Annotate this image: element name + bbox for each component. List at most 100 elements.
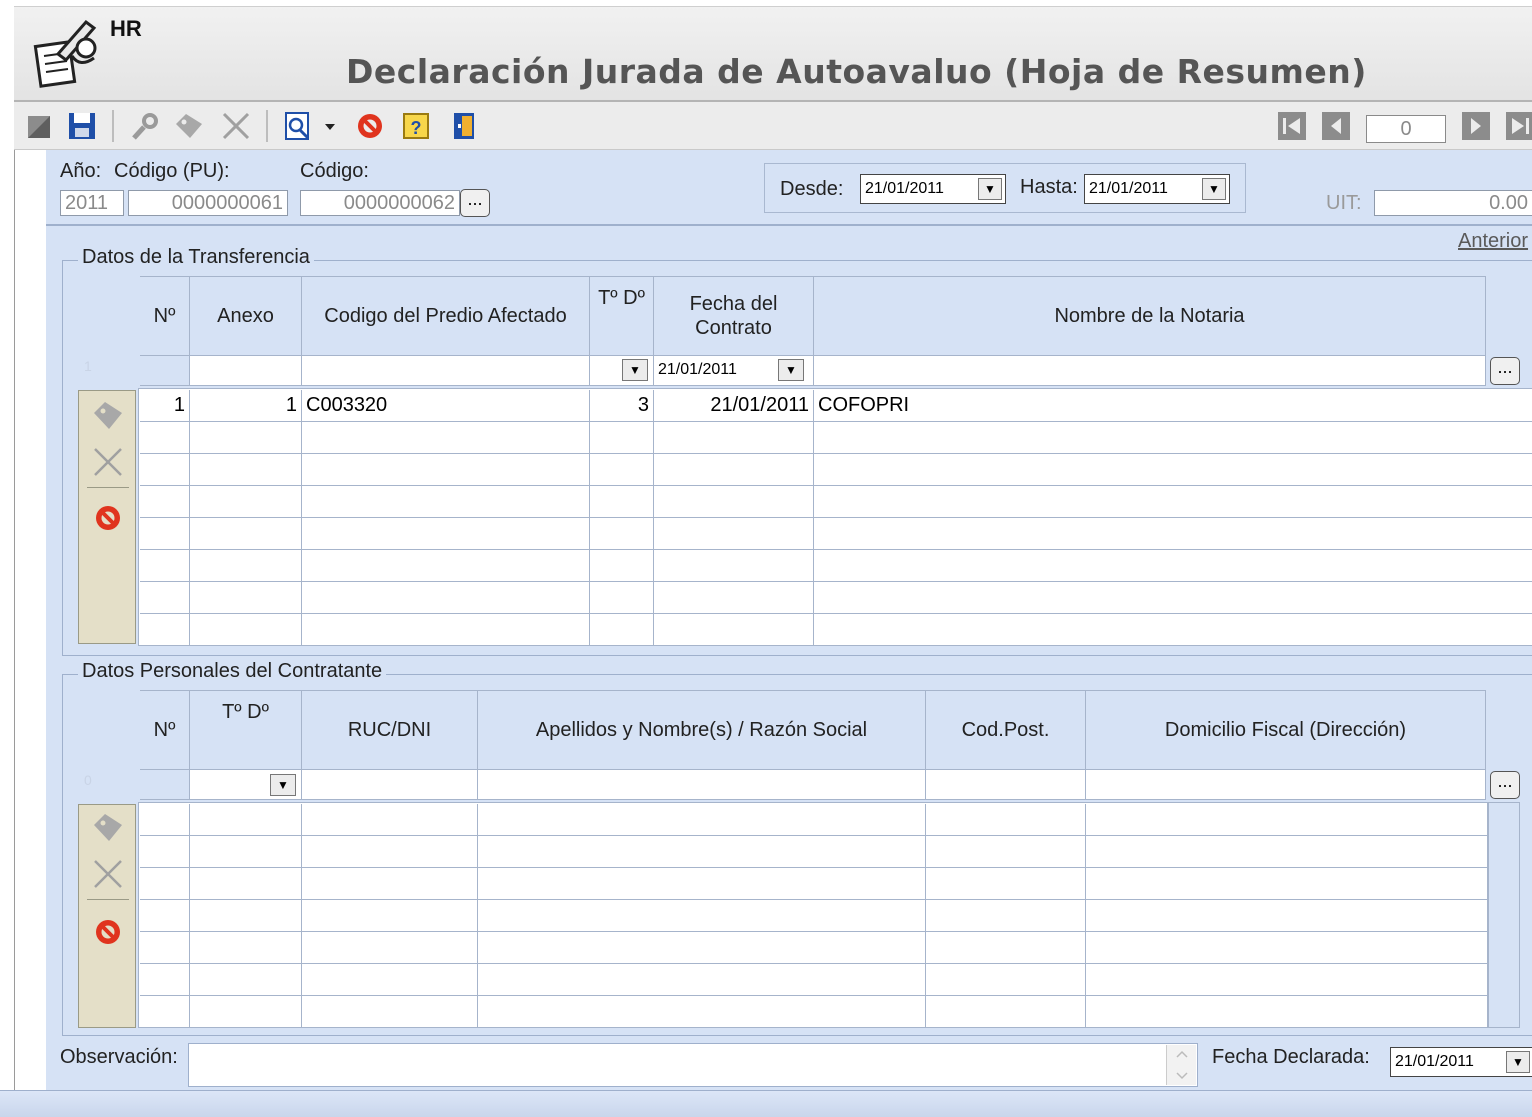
grid-cell[interactable] <box>926 836 1086 868</box>
grid-cell[interactable] <box>478 868 926 900</box>
grid-cell[interactable] <box>478 836 926 868</box>
grid-cell[interactable] <box>590 550 654 582</box>
grid-cell[interactable] <box>302 900 478 932</box>
last-record-icon[interactable] <box>1504 110 1532 142</box>
grid-cell[interactable] <box>590 518 654 550</box>
new-icon[interactable] <box>22 110 54 142</box>
codigo-field[interactable]: 0000000062 <box>300 190 460 216</box>
cancel-row-icon[interactable] <box>91 915 125 949</box>
grid-cell[interactable] <box>302 996 478 1028</box>
previous-record-icon[interactable] <box>1320 110 1352 142</box>
grid-cell[interactable] <box>190 964 302 996</box>
delete-icon[interactable] <box>220 110 252 142</box>
hasta-date-field[interactable]: 21/01/2011 ▼ <box>1084 174 1230 204</box>
grid-cell[interactable] <box>478 932 926 964</box>
grid-cell[interactable] <box>140 454 190 486</box>
grid-cell[interactable] <box>654 486 814 518</box>
grid-cell[interactable] <box>140 614 190 646</box>
anterior-link[interactable]: Anterior <box>1458 230 1528 253</box>
grid-cell[interactable] <box>140 900 190 932</box>
grid-cell[interactable] <box>478 804 926 836</box>
grid-cell[interactable] <box>926 932 1086 964</box>
grid-cell[interactable] <box>1086 868 1488 900</box>
grid-cell[interactable] <box>190 582 302 614</box>
notaria-lookup-button[interactable]: ... <box>1490 357 1520 385</box>
search-icon[interactable] <box>130 110 162 142</box>
cell-tipo-doc[interactable]: 3 <box>590 390 654 422</box>
grid-cell[interactable] <box>140 836 190 868</box>
grid-cell[interactable] <box>190 900 302 932</box>
grid-cell[interactable] <box>814 422 1532 454</box>
grid-cell[interactable] <box>654 454 814 486</box>
grid-cell[interactable] <box>190 614 302 646</box>
grid-cell[interactable] <box>590 422 654 454</box>
help-icon[interactable]: ? <box>400 110 432 142</box>
grid-cell[interactable] <box>654 614 814 646</box>
grid-cell[interactable] <box>302 582 590 614</box>
grid-cell[interactable] <box>140 582 190 614</box>
grid-cell[interactable] <box>654 518 814 550</box>
cancel-icon[interactable] <box>354 110 386 142</box>
grid-cell[interactable] <box>478 996 926 1028</box>
observacion-scrollbar[interactable] <box>1166 1045 1196 1085</box>
grid-cell[interactable] <box>654 422 814 454</box>
grid-cell[interactable] <box>302 836 478 868</box>
delete-row-icon[interactable] <box>91 857 125 891</box>
preview-icon[interactable] <box>282 110 314 142</box>
edit-row-icon[interactable] <box>91 399 125 433</box>
uit-field[interactable]: 0.00 <box>1374 190 1532 216</box>
grid-cell[interactable] <box>190 836 302 868</box>
observacion-field[interactable] <box>188 1043 1198 1087</box>
exit-icon[interactable] <box>448 110 480 142</box>
chevron-down-icon[interactable]: ▼ <box>270 774 296 796</box>
grid-cell[interactable] <box>140 422 190 454</box>
filter-cod-post[interactable] <box>926 770 1086 800</box>
grid-cell[interactable] <box>190 422 302 454</box>
grid-cell[interactable] <box>190 518 302 550</box>
chevron-down-icon[interactable]: ▼ <box>778 359 804 381</box>
filter-tipo-doc[interactable]: ▼ <box>190 770 302 800</box>
grid-cell[interactable] <box>1086 964 1488 996</box>
grid-cell[interactable] <box>302 486 590 518</box>
edit-icon[interactable] <box>172 110 204 142</box>
grid-cell[interactable] <box>1086 996 1488 1028</box>
codigo-lookup-button[interactable]: ... <box>460 189 490 217</box>
grid-cell[interactable] <box>926 900 1086 932</box>
chevron-down-icon[interactable]: ▼ <box>978 178 1002 200</box>
grid-cell[interactable] <box>926 868 1086 900</box>
grid-cell[interactable] <box>190 486 302 518</box>
grid-cell[interactable] <box>1086 900 1488 932</box>
first-record-icon[interactable] <box>1276 110 1308 142</box>
cell-codigo-predio[interactable]: C003320 <box>302 390 590 422</box>
grid-cell[interactable] <box>302 454 590 486</box>
grid-cell[interactable] <box>1086 804 1488 836</box>
grid-cell[interactable] <box>140 518 190 550</box>
chevron-down-icon[interactable]: ▼ <box>1202 178 1226 200</box>
save-icon[interactable] <box>66 110 98 142</box>
grid-cell[interactable] <box>814 550 1532 582</box>
grid-cell[interactable] <box>1086 836 1488 868</box>
grid-cell[interactable] <box>302 964 478 996</box>
grid-cell[interactable] <box>814 454 1532 486</box>
grid-cell[interactable] <box>590 614 654 646</box>
grid-cell[interactable] <box>140 486 190 518</box>
contratante-lookup-button[interactable]: ... <box>1490 771 1520 799</box>
cell-fecha-contrato[interactable]: 21/01/2011 <box>654 390 814 422</box>
cancel-row-icon[interactable] <box>91 501 125 535</box>
dropdown-icon[interactable] <box>320 110 340 142</box>
filter-anexo[interactable] <box>190 356 302 386</box>
grid-cell[interactable] <box>926 804 1086 836</box>
next-record-icon[interactable] <box>1460 110 1492 142</box>
grid-cell[interactable] <box>302 804 478 836</box>
filter-domicilio[interactable] <box>1086 770 1486 800</box>
grid-cell[interactable] <box>814 614 1532 646</box>
grid-cell[interactable] <box>590 582 654 614</box>
grid-cell[interactable] <box>190 454 302 486</box>
grid-cell[interactable] <box>190 550 302 582</box>
grid-cell[interactable] <box>302 518 590 550</box>
grid-cell[interactable] <box>590 454 654 486</box>
grid-cell[interactable] <box>814 486 1532 518</box>
record-counter[interactable]: 0 <box>1366 115 1446 143</box>
grid-cell[interactable] <box>654 582 814 614</box>
anio-field[interactable]: 2011 <box>60 190 124 216</box>
